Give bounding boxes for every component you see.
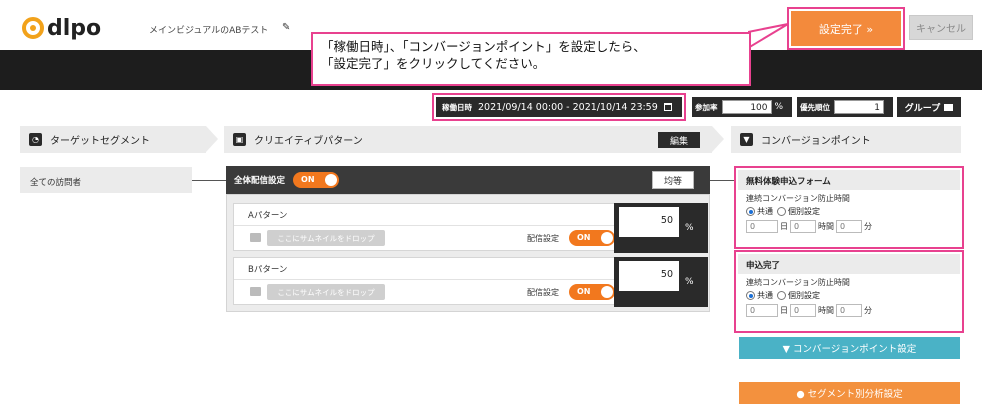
pencil-icon[interactable]: ✎ xyxy=(282,22,290,33)
pattern-name: Aパターン xyxy=(248,211,288,221)
divider xyxy=(234,225,620,226)
minute-select[interactable]: 0 xyxy=(836,220,862,233)
header-arrow xyxy=(206,126,218,152)
period-label: 稼働日時 xyxy=(442,102,472,112)
connector-line xyxy=(192,180,226,181)
rate-field-group: 参加率 100 % xyxy=(692,97,792,117)
segment-analysis-settings-button[interactable]: ● セグメント別分析設定 xyxy=(739,382,960,404)
delivery-label: 配信設定 xyxy=(527,288,559,297)
day-select[interactable]: 0 xyxy=(746,220,778,233)
radio-individual-label: 個別設定 xyxy=(788,291,820,300)
connector-line xyxy=(710,180,734,181)
thumbnail-icon xyxy=(250,287,261,296)
segment-item[interactable]: 全ての訪問者 xyxy=(20,167,192,193)
logo-text: dlpo xyxy=(47,15,102,41)
rate-unit: % xyxy=(774,102,784,112)
complete-button-highlight: 設定完了 » xyxy=(787,7,905,50)
conversion-point-title: コンバージョンポイント xyxy=(761,136,871,147)
conversion-point-title: 申込完了 xyxy=(738,254,960,274)
complete-button[interactable]: 設定完了 » xyxy=(791,11,901,46)
pattern-card-b: Bパターン ここにサムネイルをドロップ 配信設定 ON xyxy=(233,257,621,305)
percent-box-a: 50 % xyxy=(614,203,708,253)
divider xyxy=(234,279,620,280)
minute-label: 分 xyxy=(864,222,872,231)
conversion-point-settings-button[interactable]: ▼ コンバージョンポイント設定 xyxy=(739,337,960,359)
percent-input[interactable]: 50 xyxy=(619,261,679,291)
logo-mark-icon xyxy=(22,17,44,39)
prevention-time-label: 連続コンバージョン防止時間 xyxy=(746,194,850,203)
radio-individual[interactable] xyxy=(777,207,786,216)
period-value: 2021/09/14 00:00 - 2021/10/14 23:59 xyxy=(478,101,658,113)
percent-unit: % xyxy=(685,277,694,287)
radio-common-label: 共通 xyxy=(757,291,773,300)
radio-individual-label: 個別設定 xyxy=(788,207,820,216)
hour-select[interactable]: 0 xyxy=(790,220,816,233)
priority-input[interactable]: 1 xyxy=(834,100,884,114)
equal-button[interactable]: 均等 xyxy=(652,171,694,189)
creative-pattern-title: クリエイティブパターン xyxy=(254,136,363,147)
pattern-name: Bパターン xyxy=(248,265,288,275)
prevention-time-selects: 0 日 0 時間 0 分 xyxy=(738,217,960,233)
priority-label: 優先順位 xyxy=(800,102,830,112)
thumbnail-drop-zone[interactable]: ここにサムネイルをドロップ xyxy=(267,284,385,300)
cancel-button[interactable]: キャンセル xyxy=(909,15,973,40)
conversion-point-card-2: 申込完了 連続コンバージョン防止時間 共通 個別設定 0 日 0 時間 0 分 xyxy=(734,250,964,333)
pie-chart-icon: ◔ xyxy=(29,133,42,146)
delivery-label: 配信設定 xyxy=(527,234,559,243)
pattern-list: Aパターン ここにサムネイルをドロップ 配信設定 ON 50 % Bパターン こ… xyxy=(226,194,710,312)
hour-select[interactable]: 0 xyxy=(790,304,816,317)
percent-unit: % xyxy=(685,223,694,233)
target-segment-title: ターゲットセグメント xyxy=(50,136,150,147)
prevention-mode-group: 共通 個別設定 xyxy=(738,204,960,217)
rate-label: 参加率 xyxy=(695,102,718,112)
conversion-point-title: 無料体験申込フォーム xyxy=(738,170,960,190)
calendar-icon[interactable] xyxy=(663,103,672,111)
prevention-time-selects: 0 日 0 時間 0 分 xyxy=(738,301,960,317)
pattern-card-a: Aパターン ここにサムネイルをドロップ 配信設定 ON xyxy=(233,203,621,251)
logo: dlpo xyxy=(22,15,102,41)
target-segment-header: ◔ ターゲットセグメント xyxy=(20,126,218,153)
filter-icon: ▼ xyxy=(740,133,753,146)
day-label: 日 xyxy=(780,306,788,315)
percent-input[interactable]: 50 xyxy=(619,207,679,237)
hour-label: 時間 xyxy=(818,222,834,231)
creative-pattern-header: ▣ クリエイティブパターン 編集 xyxy=(224,126,724,153)
all-delivery-bar: 全体配信設定 ON 均等 xyxy=(226,166,710,194)
prevention-mode-group: 共通 個別設定 xyxy=(738,288,960,301)
period-highlight: 稼働日時 2021/09/14 00:00 - 2021/10/14 23:59 xyxy=(432,93,686,121)
image-icon: ▣ xyxy=(233,133,246,146)
period-field[interactable]: 稼働日時 2021/09/14 00:00 - 2021/10/14 23:59 xyxy=(436,97,682,117)
day-label: 日 xyxy=(780,222,788,231)
prevention-time-label: 連続コンバージョン防止時間 xyxy=(746,278,850,287)
minute-label: 分 xyxy=(864,306,872,315)
radio-common[interactable] xyxy=(746,207,755,216)
percent-box-b: 50 % xyxy=(614,257,708,307)
all-delivery-label: 全体配信設定 xyxy=(234,176,286,186)
instruction-callout: 「稼働日時」、「コンバージョンポイント」を設定したら、 「設定完了」をクリックし… xyxy=(311,32,751,86)
callout-pointer xyxy=(748,23,789,50)
folder-icon xyxy=(944,103,954,111)
all-delivery-toggle[interactable]: ON xyxy=(293,172,340,188)
group-button[interactable]: グループ xyxy=(897,97,961,117)
delivery-toggle[interactable]: ON xyxy=(569,284,615,300)
minute-select[interactable]: 0 xyxy=(836,304,862,317)
delivery-toggle[interactable]: ON xyxy=(569,230,615,246)
priority-field-group: 優先順位 1 xyxy=(797,97,893,117)
page-title: メインビジュアルのABテスト xyxy=(149,26,269,36)
day-select[interactable]: 0 xyxy=(746,304,778,317)
conversion-point-card-1: 無料体験申込フォーム 連続コンバージョン防止時間 共通 個別設定 0 日 0 時… xyxy=(734,166,964,249)
hour-label: 時間 xyxy=(818,306,834,315)
group-button-label: グループ xyxy=(904,103,941,114)
edit-button[interactable]: 編集 xyxy=(658,132,700,148)
rate-input[interactable]: 100 xyxy=(721,100,772,114)
header-arrow xyxy=(712,126,724,152)
radio-individual[interactable] xyxy=(777,291,786,300)
thumbnail-drop-zone[interactable]: ここにサムネイルをドロップ xyxy=(267,230,385,246)
thumbnail-icon xyxy=(250,233,261,242)
callout-line-1: 「稼働日時」、「コンバージョンポイント」を設定したら、 xyxy=(321,39,646,54)
radio-common-label: 共通 xyxy=(757,207,773,216)
conversion-point-header: ▼ コンバージョンポイント xyxy=(731,126,961,153)
radio-common[interactable] xyxy=(746,291,755,300)
callout-line-2: 「設定完了」をクリックしてください。 xyxy=(321,56,546,71)
